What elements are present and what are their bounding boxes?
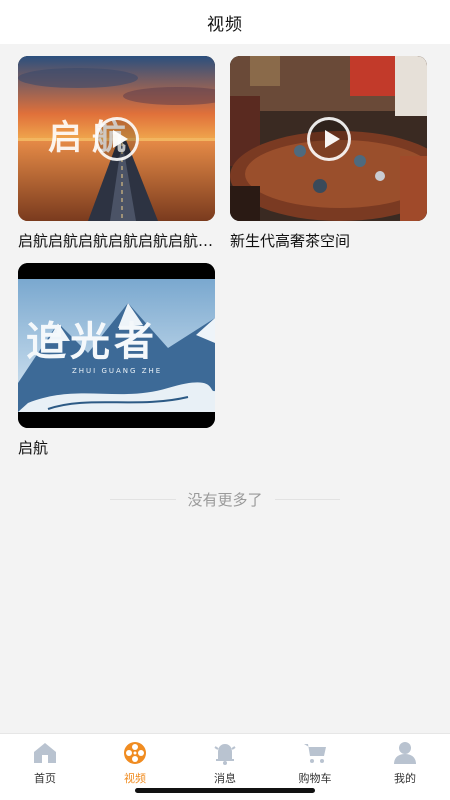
video-card[interactable]: 启航 启航启航启航启航启航启航启航: [18, 56, 215, 251]
tab-profile[interactable]: 我的: [360, 734, 450, 800]
cart-icon: [302, 741, 328, 765]
divider-line: [274, 498, 341, 500]
divider-line: [110, 498, 176, 500]
no-more-indicator: 没有更多了: [110, 488, 341, 510]
video-thumbnail: 启航: [18, 56, 215, 221]
video-title: 新生代高奢茶空间: [230, 232, 351, 250]
film-reel-icon: [122, 741, 148, 765]
video-grid: 启航 启航启航启航启航启航启航启航 新生代高奢茶空间 追光者 ZHUI GUAN…: [18, 56, 432, 458]
tab-label: 首页: [34, 772, 56, 785]
thumbnail-subcaption: ZHUI GUANG ZHE: [72, 367, 163, 375]
tab-home[interactable]: 首页: [0, 734, 90, 800]
video-thumbnail: 追光者 ZHUI GUANG ZHE: [18, 263, 215, 428]
top-header: 视频: [0, 0, 450, 44]
video-title: 启航: [18, 439, 49, 457]
tab-label: 消息: [214, 772, 236, 785]
video-title: 启航启航启航启航启航启航启航: [18, 232, 215, 250]
tab-label: 视频: [124, 772, 146, 785]
video-card[interactable]: 新生代高奢茶空间: [230, 56, 427, 251]
home-icon: [32, 741, 58, 765]
video-card[interactable]: 追光者 ZHUI GUANG ZHE 启航: [18, 263, 215, 458]
home-indicator: [135, 788, 315, 793]
play-icon[interactable]: [306, 116, 351, 161]
user-icon: [392, 741, 418, 765]
play-icon[interactable]: [94, 116, 139, 161]
page-title: 视频: [207, 14, 243, 35]
tab-label: 购物车: [298, 772, 332, 785]
no-more-text: 没有更多了: [187, 490, 263, 509]
video-thumbnail: [230, 56, 427, 221]
bell-icon: [212, 741, 238, 765]
thumbnail-caption: 追光者: [26, 318, 158, 365]
tab-label: 我的: [394, 772, 416, 785]
